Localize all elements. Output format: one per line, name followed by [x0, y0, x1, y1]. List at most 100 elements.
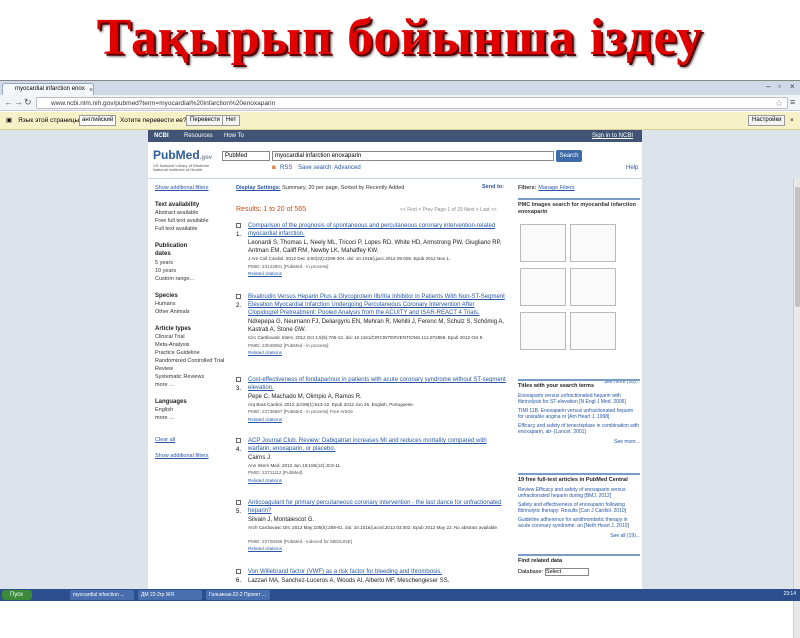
scrollbar-thumb[interactable] [795, 187, 800, 307]
search-button[interactable]: Search [556, 150, 582, 162]
citation-checkbox[interactable] [236, 294, 241, 299]
titles-item[interactable]: Enoxaparin versus unfractionated heparin… [518, 393, 640, 405]
pmc-thumbnail[interactable] [570, 312, 616, 350]
titles-more-link[interactable]: See more... [518, 439, 640, 445]
pmc-article-item[interactable]: Review Efficacy and safety of enoxaparin… [518, 487, 640, 499]
pmc-article-item[interactable]: Guideline adherence for antithrombotic t… [518, 517, 640, 529]
filter-10-years[interactable]: 10 years [155, 267, 176, 275]
citation-checkbox[interactable] [236, 438, 241, 443]
filter-practice-guideline[interactable]: Practice Guideline [155, 349, 200, 357]
translate-button[interactable]: Перевести [186, 115, 224, 126]
show-additional-filters-bottom[interactable]: Show additional filters [155, 452, 209, 460]
translate-settings-button[interactable]: Настройки [748, 115, 786, 126]
filter-abstract[interactable]: Abstract available [155, 209, 198, 217]
forward-icon[interactable]: → [14, 97, 23, 108]
pubmed-logo[interactable]: PubMed.gov [153, 148, 212, 162]
minimize-icon[interactable]: – [766, 82, 770, 91]
filter-article-more[interactable]: more ... [155, 381, 174, 389]
filter-custom-range[interactable]: Custom range... [155, 275, 194, 283]
language-label: Язык этой страницы: [18, 117, 82, 124]
manage-filters-link[interactable]: Manage Filters [538, 185, 574, 191]
citation-pmid: PMID: 22711112 [PubMed] [248, 470, 303, 475]
bookmark-star-icon[interactable]: ☆ [775, 98, 783, 109]
citation-title-link[interactable]: Bivalirudin Versus Heparin Plus a Glycop… [248, 293, 506, 317]
filter-rct[interactable]: Randomized Controlled Trial [155, 357, 224, 365]
filter-english[interactable]: English [155, 406, 173, 414]
back-icon[interactable]: ← [4, 97, 13, 108]
citation-checkbox[interactable] [236, 500, 241, 505]
filter-other-animals[interactable]: Other Animals [155, 308, 190, 316]
citation-title-link[interactable]: Anticoagulant for primary percutaneous c… [248, 499, 506, 515]
send-to-menu[interactable]: Send to: [482, 184, 504, 190]
rss-icon[interactable]: ◙ [272, 165, 276, 171]
pmc-article-item[interactable]: Safety and effectiveness of enoxaparin f… [518, 502, 640, 514]
filter-review[interactable]: Review [155, 365, 173, 373]
page-scrollbar[interactable] [793, 179, 800, 638]
filter-5-years[interactable]: 5 years [155, 259, 173, 267]
page-viewport: NCBI Resources How To Sign in to NCBI Pu… [0, 130, 800, 638]
resources-menu[interactable]: Resources [184, 132, 213, 140]
help-link[interactable]: Help [626, 165, 638, 171]
maximize-icon[interactable]: ▫ [778, 82, 781, 91]
citation-title-link[interactable]: Cost-effectiveness of fondaparinux in pa… [248, 376, 506, 392]
citation-checkbox[interactable] [236, 377, 241, 382]
search-input[interactable]: myocardial infarction enoxaparin [272, 151, 554, 161]
filter-humans[interactable]: Humans [155, 300, 175, 308]
taskbar-item[interactable]: myocardial infarction ... [70, 590, 134, 600]
filter-systematic-reviews[interactable]: Systematic Reviews [155, 373, 204, 381]
filter-language-more[interactable]: more ... [155, 414, 174, 422]
pmc-thumbnail[interactable] [520, 268, 566, 306]
pmc-thumbnail[interactable] [520, 224, 566, 262]
taskbar-item[interactable]: ДМ 22-2rp ЖЯ [138, 590, 202, 600]
address-bar[interactable]: www.ncbi.nlm.nih.gov/pubmed?term=myocard… [36, 97, 788, 109]
citation-checkbox[interactable] [236, 569, 241, 574]
pagination[interactable]: << First < Prev Page 1 of 29 Next > Last… [400, 207, 497, 213]
no-translate-button[interactable]: Нет [222, 115, 241, 126]
database-select[interactable]: PubMed [222, 151, 270, 161]
related-citations-link[interactable]: Related citations [248, 546, 282, 552]
rss-link[interactable]: RSS [280, 165, 292, 171]
window-close-icon[interactable]: × [790, 82, 795, 91]
taskbar-item[interactable]: Гальмеак-22-2 Проект ... [206, 590, 270, 600]
menu-icon[interactable]: ≡ [790, 97, 795, 108]
how-to-menu[interactable]: How To [224, 132, 244, 140]
pmc-thumbnail[interactable] [520, 312, 566, 350]
titles-item[interactable]: Efficacy and safety of tenecteplase in c… [518, 423, 640, 435]
start-button[interactable]: Пуск [2, 590, 32, 600]
show-additional-filters[interactable]: Show additional filters [155, 184, 209, 192]
tab-close-icon[interactable]: × [89, 85, 93, 95]
browser-tab[interactable]: myocardial infarction enox × [2, 83, 94, 95]
pub-dates-heading: Publication dates [155, 243, 188, 257]
related-citations-link[interactable]: Related citations [248, 417, 282, 423]
ncbi-logo[interactable]: NCBI [154, 132, 169, 140]
filter-full-text[interactable]: Full text available [155, 225, 198, 233]
clear-all-link[interactable]: Clear all [155, 436, 175, 444]
pmc-articles-all-link[interactable]: See all (19)... [518, 533, 640, 539]
close-translate-icon[interactable]: × [790, 116, 794, 126]
related-citations-link[interactable]: Related citations [248, 350, 282, 356]
related-citations-link[interactable]: Related citations [248, 271, 282, 277]
browser-toolbar: ← → ↻ www.ncbi.nlm.nih.gov/pubmed?term=m… [0, 95, 800, 111]
titles-item[interactable]: TIMI 11B. Enoxaparin versus unfractionat… [518, 408, 640, 420]
related-database-select[interactable]: Select [545, 568, 590, 576]
citation-title-link[interactable]: ACP Journal Club. Review: Dabigatran inc… [248, 437, 506, 453]
filter-free-full-text[interactable]: Free full text available [155, 217, 209, 225]
filter-clinical-trial[interactable]: Clinical Trial [155, 333, 185, 341]
citation-number: 3. [236, 386, 242, 392]
pmc-thumbnail[interactable] [570, 268, 616, 306]
citation-title-link[interactable]: Von Willebrand factor (VWF) as a risk fa… [248, 568, 506, 576]
language-select[interactable]: английский [79, 115, 117, 126]
citation-checkbox[interactable] [236, 223, 241, 228]
reload-icon[interactable]: ↻ [24, 97, 32, 108]
filter-meta-analysis[interactable]: Meta-Analysis [155, 341, 190, 349]
related-citations-link[interactable]: Related citations [248, 478, 282, 484]
save-search-link[interactable]: Save search [298, 165, 331, 171]
sign-in-link[interactable]: Sign in to NCBI [592, 132, 633, 140]
citation-title-link[interactable]: Comparison of the prognosis of spontaneo… [248, 222, 506, 238]
browser-window: myocardial infarction enox × – ▫ × ← → ↻… [0, 80, 800, 638]
citation-5: 5. Anticoagulant for primary percutaneou… [236, 499, 504, 559]
tab-title: myocardial infarction enox [15, 86, 85, 92]
display-settings-link[interactable]: Display Settings: [236, 185, 281, 191]
pmc-thumbnail[interactable] [570, 224, 616, 262]
advanced-link[interactable]: Advanced [334, 165, 361, 171]
